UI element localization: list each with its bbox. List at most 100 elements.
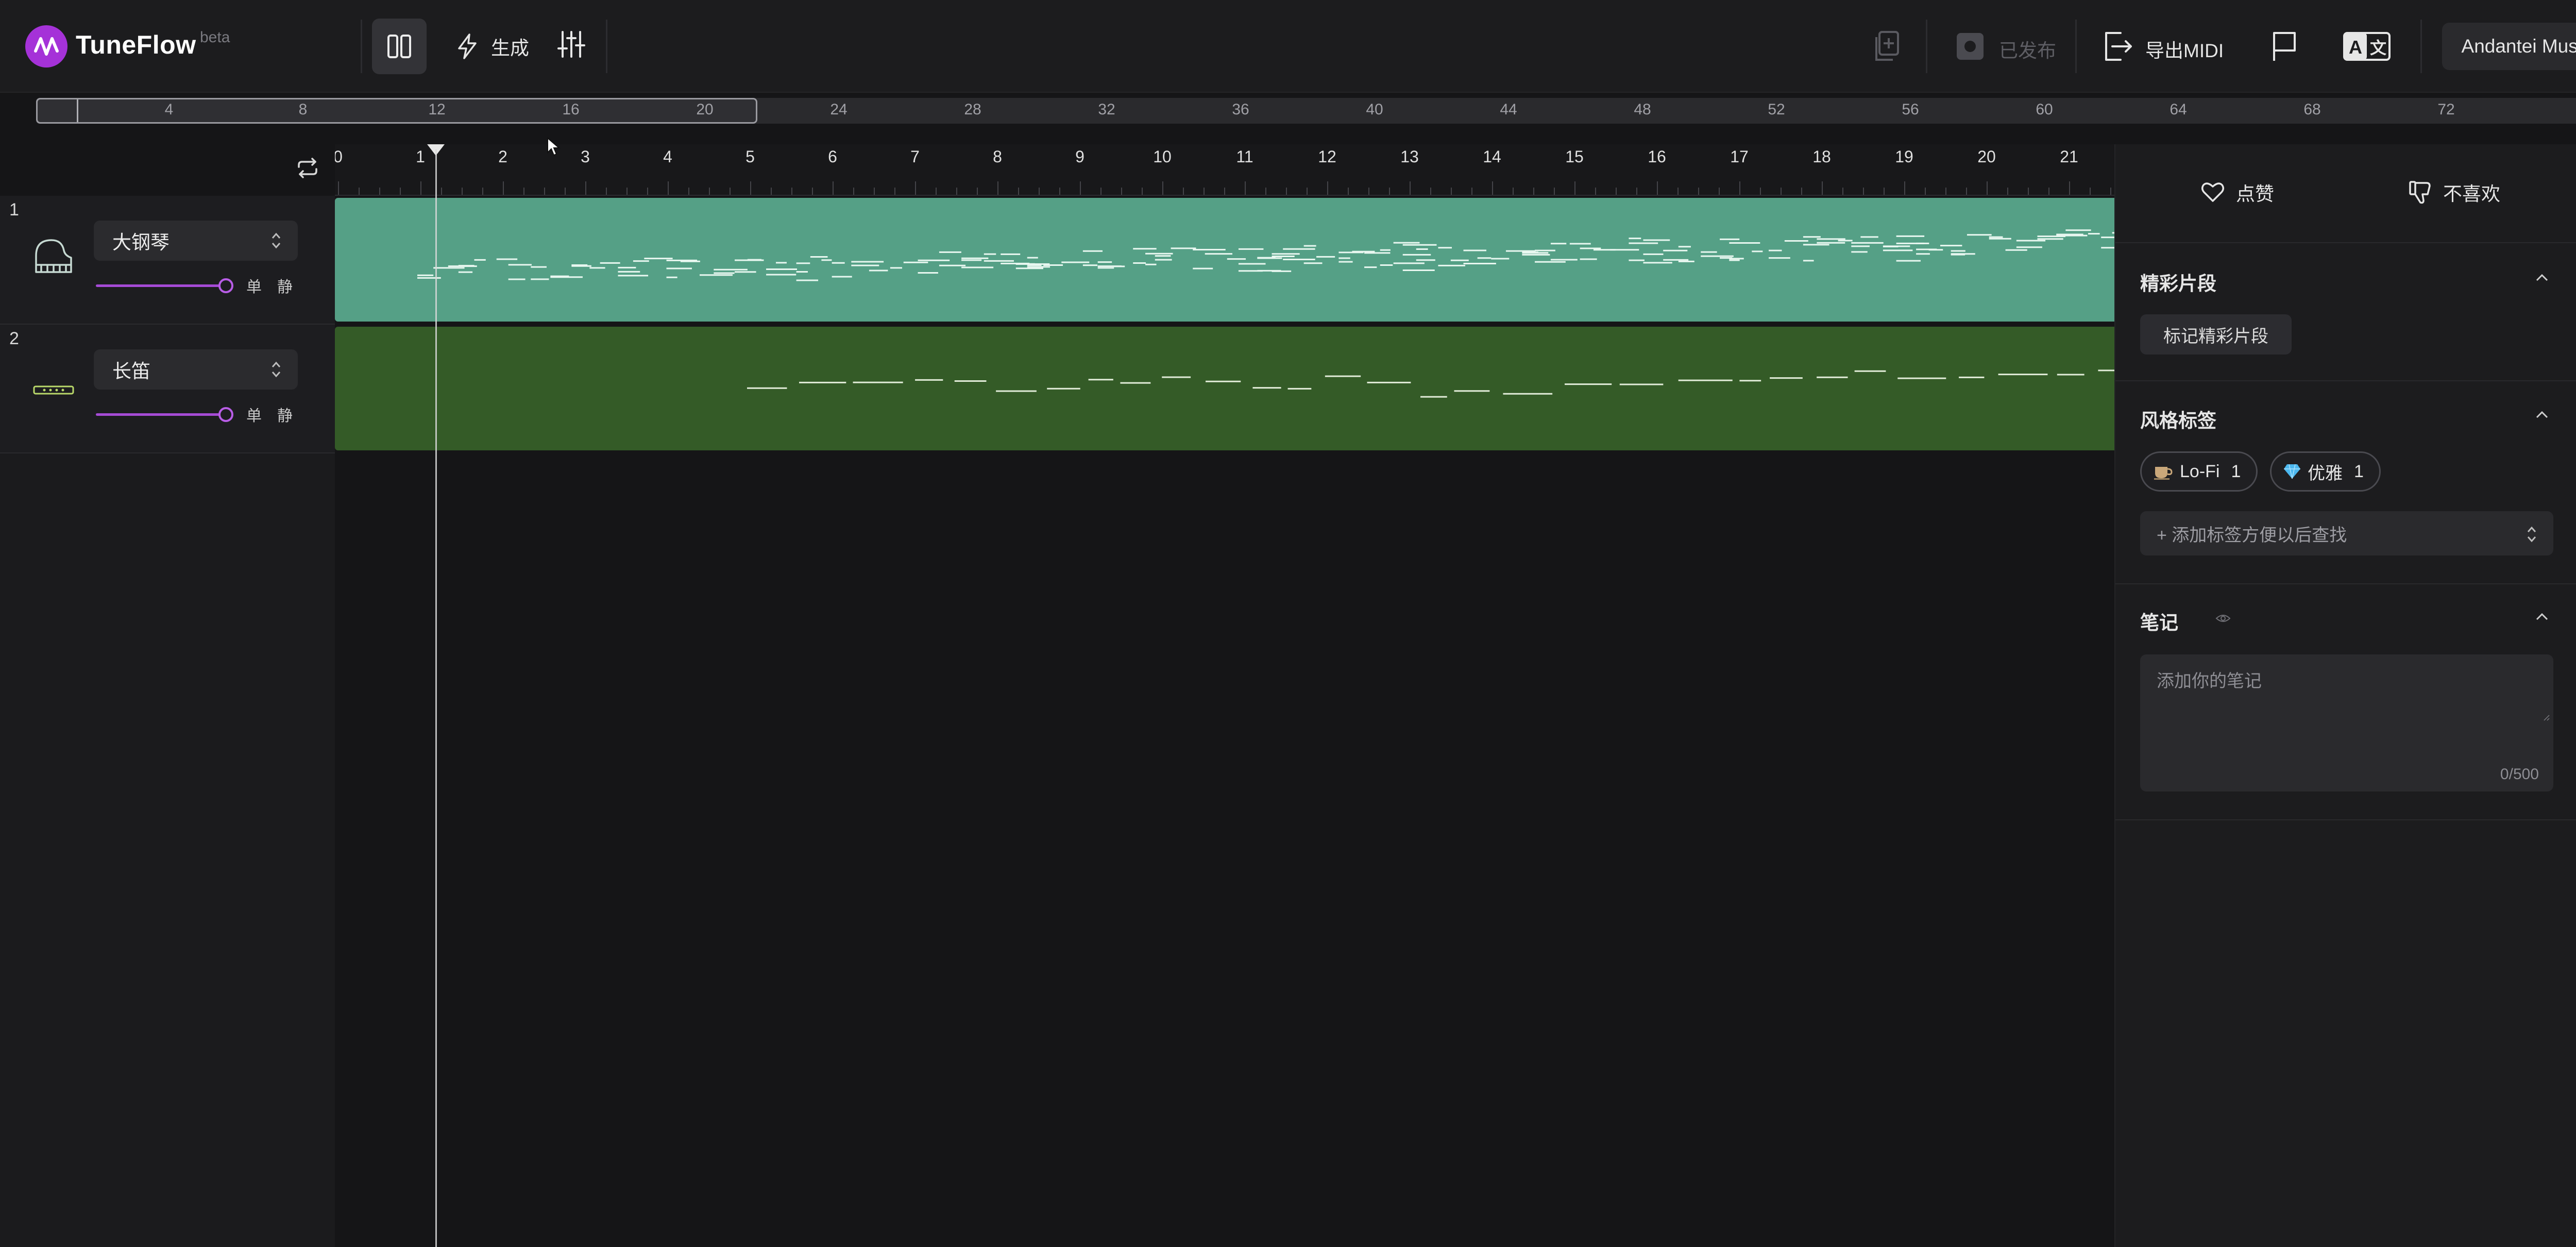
beat-tick <box>1636 188 1637 195</box>
volume-slider-handle[interactable] <box>218 278 233 293</box>
overview-tick-label: 60 <box>2036 101 2053 118</box>
solo-button[interactable]: 单 <box>246 403 262 426</box>
piano-clip[interactable] <box>335 198 2114 322</box>
app-name: TuneFlow <box>76 30 196 59</box>
panel-divider <box>2115 380 2576 381</box>
dislike-button[interactable]: 不喜欢 <box>2409 178 2500 206</box>
language-icon[interactable]: A 文 <box>2343 32 2391 61</box>
chevron-up-icon[interactable] <box>2534 409 2550 420</box>
volume-slider-handle[interactable] <box>218 407 233 422</box>
resize-handle-icon[interactable] <box>2542 713 2550 721</box>
volume-slider[interactable] <box>96 284 225 287</box>
beat-tick <box>606 188 607 195</box>
bar-number: 0 <box>335 147 343 166</box>
beat-tick <box>1389 188 1390 195</box>
panel-divider <box>2115 242 2576 243</box>
instrument-select[interactable]: 长笛 <box>94 349 298 390</box>
top-header: TuneFlow beta 生成 已发布 导出MIDI A 文 Andantei… <box>0 0 2576 93</box>
overview-tick-label: 68 <box>2303 101 2321 118</box>
instrument-select[interactable]: 大钢琴 <box>94 221 298 261</box>
account-button[interactable]: Andantei Music <box>2442 23 2576 70</box>
header-separator <box>606 20 607 73</box>
beat-tick <box>2110 188 2111 195</box>
style-tag-elegant[interactable]: 优雅 1 <box>2270 451 2381 492</box>
panel-divider <box>2115 819 2576 820</box>
bar-number: 17 <box>1730 147 1749 166</box>
style-tags-title: 风格标签 <box>2140 410 2216 431</box>
generate-button[interactable]: 生成 <box>456 28 529 65</box>
chevron-up-icon[interactable] <box>2534 272 2550 283</box>
overview-viewport-window[interactable] <box>36 98 757 124</box>
beta-badge: beta <box>200 29 230 46</box>
bar-number: 10 <box>1153 147 1172 166</box>
beat-tick <box>1574 181 1575 195</box>
mark-highlight-button[interactable]: 标记精彩片段 <box>2140 314 2292 355</box>
instrument-name: 大钢琴 <box>112 232 170 253</box>
flute-icon <box>33 385 74 395</box>
mute-button[interactable]: 静 <box>277 274 293 297</box>
beat-tick <box>1224 188 1225 195</box>
volume-slider[interactable] <box>96 413 225 416</box>
flute-clip[interactable] <box>335 327 2114 450</box>
beat-tick <box>1451 188 1452 195</box>
add-tag-select[interactable]: + 添加标签方便以后查找 <box>2140 511 2553 555</box>
notes-textarea[interactable]: 添加你的笔记 0/500 <box>2140 654 2553 791</box>
solo-button[interactable]: 单 <box>246 274 262 297</box>
beat-tick <box>853 188 854 195</box>
overview-tick-label: 4 <box>164 101 174 118</box>
publish-icon[interactable] <box>1956 32 1985 61</box>
tag-count: 1 <box>2354 461 2364 481</box>
mixer-button[interactable] <box>557 29 585 62</box>
beat-tick <box>1822 181 1823 195</box>
overview-tick-label: 12 <box>428 101 446 118</box>
beat-tick <box>894 188 895 195</box>
timeline-ruler[interactable]: 0123456789101112131415161718192021 <box>335 144 2114 196</box>
beat-tick <box>730 188 731 195</box>
bar-number: 21 <box>2060 147 2078 166</box>
svg-text:文: 文 <box>2370 38 2386 58</box>
beat-tick <box>338 181 339 195</box>
flag-icon[interactable] <box>2271 31 2298 62</box>
overview-tick-label: 52 <box>1768 101 1785 118</box>
app-root: TuneFlow beta 生成 已发布 导出MIDI A 文 Andantei… <box>0 0 2576 1247</box>
playhead-line[interactable] <box>435 149 437 1247</box>
track-header-2[interactable]: 2 长笛 单 静 <box>0 325 335 453</box>
export-midi-icon[interactable] <box>2102 31 2133 62</box>
track-header-1[interactable]: 1 大钢琴 单 静 <box>0 196 335 325</box>
notes-char-count: 0/500 <box>2500 766 2539 783</box>
beat-tick <box>1884 188 1885 195</box>
beat-tick <box>709 188 710 195</box>
export-midi-button[interactable]: 导出MIDI <box>2145 35 2224 63</box>
bar-number: 18 <box>1812 147 1831 166</box>
overview-window-handle[interactable] <box>77 99 78 122</box>
mute-button[interactable]: 静 <box>277 403 293 426</box>
beat-tick <box>1533 188 1534 195</box>
beat-tick <box>626 188 628 195</box>
beat-tick <box>400 188 401 195</box>
beat-tick <box>1904 181 1905 195</box>
chevron-up-icon[interactable] <box>2534 611 2550 622</box>
overview-tick-label: 32 <box>1098 101 1115 118</box>
mouse-cursor-icon <box>547 137 561 156</box>
tea-cup-icon <box>2154 467 2173 480</box>
duplicate-icon[interactable] <box>1872 30 1901 63</box>
beat-tick <box>503 181 504 195</box>
beat-tick <box>1430 188 1431 195</box>
eye-icon[interactable] <box>2215 613 2231 624</box>
heart-icon <box>2201 182 2224 202</box>
header-separator <box>2420 20 2422 73</box>
bar-number: 1 <box>416 147 425 166</box>
notes-title: 笔记 <box>2140 612 2178 633</box>
beat-tick <box>1327 181 1328 195</box>
beat-tick <box>936 188 937 195</box>
style-tag-lofi[interactable]: Lo-Fi 1 <box>2140 451 2258 492</box>
layout-toggle-button[interactable] <box>372 19 427 74</box>
gem-icon <box>2284 464 2300 479</box>
lightning-icon <box>458 33 477 59</box>
overview-tick-label: 40 <box>1366 101 1383 118</box>
beat-tick <box>544 188 545 195</box>
loop-icon[interactable] <box>296 158 319 178</box>
like-button[interactable]: 点赞 <box>2201 178 2274 206</box>
published-label: 已发布 <box>1999 40 2056 61</box>
notes-placeholder: 添加你的笔记 <box>2157 671 2262 691</box>
